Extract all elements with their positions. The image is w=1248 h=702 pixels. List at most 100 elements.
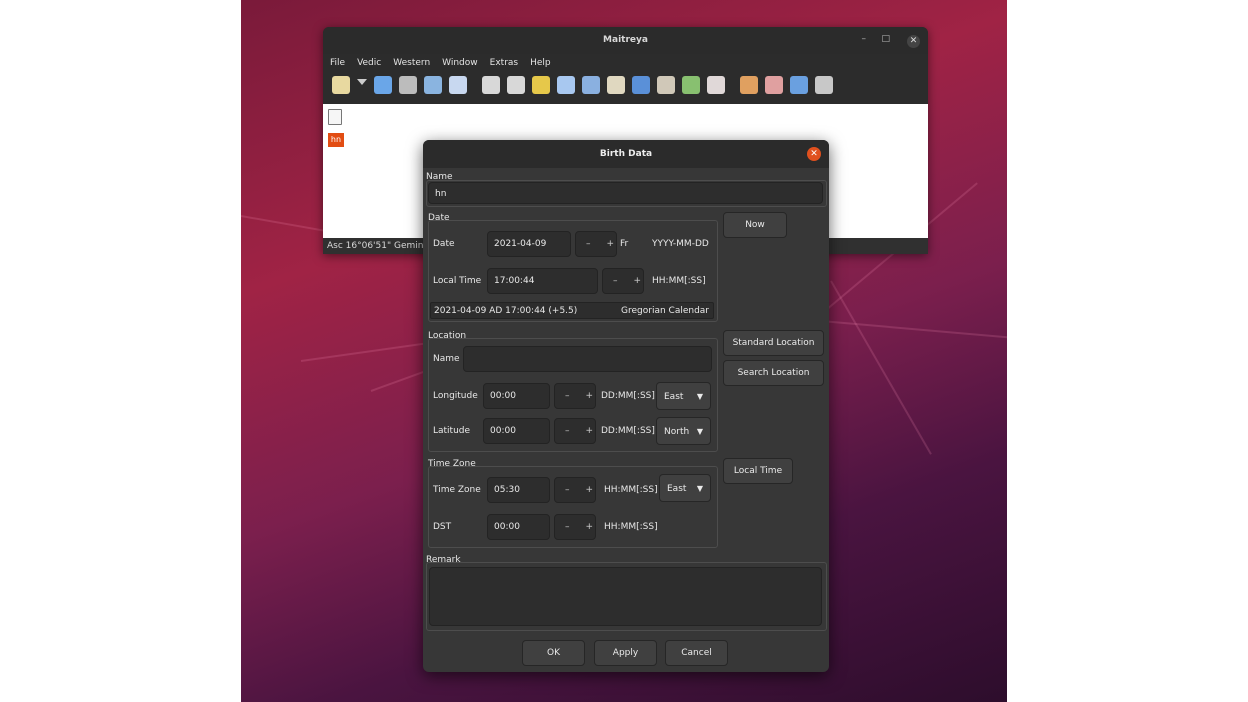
name-input[interactable]: hn <box>428 182 823 204</box>
time-decrement[interactable]: – <box>613 269 618 293</box>
chevron-down-icon: ▼ <box>696 484 703 493</box>
chevron-down-icon: ▼ <box>696 392 703 401</box>
location-name-label: Name <box>433 354 460 364</box>
minimize-button[interactable]: – <box>862 34 867 44</box>
latitude-format-hint: DD:MM[:SS] <box>601 426 655 436</box>
dialog-titlebar[interactable]: Birth Data ✕ <box>423 140 829 168</box>
timezone-direction-value: East <box>667 484 687 494</box>
magnify-icon[interactable] <box>532 75 550 94</box>
longitude-increment[interactable]: + <box>585 384 593 408</box>
close-button[interactable]: ✕ <box>907 35 920 48</box>
latitude-spinner[interactable]: – + <box>554 418 596 444</box>
longitude-direction-select[interactable]: East ▼ <box>656 382 711 410</box>
save-icon[interactable] <box>399 75 417 94</box>
menu-window[interactable]: Window <box>442 58 478 68</box>
apply-button[interactable]: Apply <box>594 640 657 666</box>
speech-icon[interactable] <box>557 75 575 94</box>
print-preview-icon[interactable] <box>424 75 442 94</box>
birth-data-dialog: Birth Data ✕ Name hn Date Date 2021-04-0… <box>423 140 829 672</box>
date-input[interactable]: 2021-04-09 <box>487 231 571 257</box>
date-increment[interactable]: + <box>606 232 614 256</box>
date-format-hint: YYYY-MM-DD <box>652 239 709 249</box>
main-titlebar[interactable]: Maitreya – □ ✕ <box>323 27 928 54</box>
new-chart-icon[interactable] <box>332 75 350 94</box>
remark-textarea[interactable] <box>429 567 822 626</box>
longitude-label: Longitude <box>433 391 478 401</box>
export-icon[interactable] <box>449 75 467 94</box>
menu-extras[interactable]: Extras <box>490 58 518 68</box>
menu-file[interactable]: File <box>330 58 345 68</box>
dst-increment[interactable]: + <box>585 515 593 539</box>
people-icon[interactable] <box>740 75 758 94</box>
time-increment[interactable]: + <box>633 269 641 293</box>
now-button[interactable]: Now <box>723 212 787 238</box>
dst-spinner[interactable]: – + <box>554 514 596 540</box>
longitude-decrement[interactable]: – <box>565 384 570 408</box>
timezone-increment[interactable]: + <box>585 478 593 502</box>
location-name-input[interactable] <box>463 346 712 372</box>
latitude-direction-select[interactable]: North ▼ <box>656 417 711 445</box>
timezone-direction-select[interactable]: East ▼ <box>659 474 711 502</box>
date-summary-text: 2021-04-09 AD 17:00:44 (+5.5) <box>434 306 578 316</box>
dst-format-hint: HH:MM[:SS] <box>604 522 658 532</box>
main-window-title: Maitreya <box>603 35 648 45</box>
date-decrement[interactable]: – <box>586 232 591 256</box>
dialog-close-button[interactable]: ✕ <box>807 147 821 161</box>
date-spinner[interactable]: – + <box>575 231 617 257</box>
book-icon[interactable] <box>707 75 725 94</box>
cancel-button[interactable]: Cancel <box>665 640 728 666</box>
local-time-label: Local Time <box>433 276 482 286</box>
timezone-input[interactable]: 05:30 <box>487 477 550 503</box>
standard-location-button[interactable]: Standard Location <box>723 330 824 356</box>
dst-input[interactable]: 00:00 <box>487 514 550 540</box>
wrench-icon[interactable] <box>815 75 833 94</box>
menu-vedic[interactable]: Vedic <box>357 58 381 68</box>
globe-icon[interactable] <box>682 75 700 94</box>
timezone-label: Time Zone <box>433 485 481 495</box>
wallpaper-ray <box>830 280 932 455</box>
longitude-input[interactable]: 00:00 <box>483 383 550 409</box>
chart-tab-hn[interactable]: hn <box>328 133 344 147</box>
maximize-button[interactable]: □ <box>881 34 890 44</box>
weekday-label: Fr <box>620 239 629 249</box>
date-summary: 2021-04-09 AD 17:00:44 (+5.5) Gregorian … <box>430 302 714 319</box>
longitude-spinner[interactable]: – + <box>554 383 596 409</box>
chart-grid-icon[interactable] <box>507 75 525 94</box>
latitude-direction-value: North <box>664 427 690 437</box>
toolbar <box>323 71 928 98</box>
ok-button[interactable]: OK <box>522 640 585 666</box>
time-format-hint: HH:MM[:SS] <box>652 276 706 286</box>
search-icon[interactable] <box>582 75 600 94</box>
timezone-decrement[interactable]: – <box>565 478 570 502</box>
local-time-input[interactable]: 17:00:44 <box>487 268 598 294</box>
latitude-input[interactable]: 00:00 <box>483 418 550 444</box>
text-icon[interactable] <box>607 75 625 94</box>
dropdown-arrow-icon[interactable] <box>357 78 367 91</box>
chevron-down-icon: ▼ <box>696 427 703 436</box>
search-location-button[interactable]: Search Location <box>723 360 824 386</box>
calendar-icon[interactable] <box>657 75 675 94</box>
table-icon[interactable] <box>632 75 650 94</box>
latitude-label: Latitude <box>433 426 471 436</box>
wallpaper-ray <box>820 320 1007 340</box>
earth-icon[interactable] <box>790 75 808 94</box>
time-spinner[interactable]: – + <box>602 268 644 294</box>
timezone-format-hint: HH:MM[:SS] <box>604 485 658 495</box>
date-label: Date <box>433 239 455 249</box>
local-time-button[interactable]: Local Time <box>723 458 793 484</box>
calendar-type: Gregorian Calendar <box>621 306 709 316</box>
dst-decrement[interactable]: – <box>565 515 570 539</box>
print-icon[interactable] <box>374 75 392 94</box>
latitude-increment[interactable]: + <box>585 419 593 443</box>
menu-help[interactable]: Help <box>530 58 551 68</box>
longitude-direction-value: East <box>664 392 684 402</box>
menubar: File Vedic Western Window Extras Help <box>323 54 928 71</box>
yantra-icon[interactable] <box>765 75 783 94</box>
latitude-decrement[interactable]: – <box>565 419 570 443</box>
timezone-spinner[interactable]: – + <box>554 477 596 503</box>
longitude-format-hint: DD:MM[:SS] <box>601 391 655 401</box>
menu-western[interactable]: Western <box>393 58 430 68</box>
dialog-title: Birth Data <box>599 149 653 159</box>
chart-view-icon[interactable] <box>482 75 500 94</box>
document-icon[interactable] <box>328 109 342 125</box>
